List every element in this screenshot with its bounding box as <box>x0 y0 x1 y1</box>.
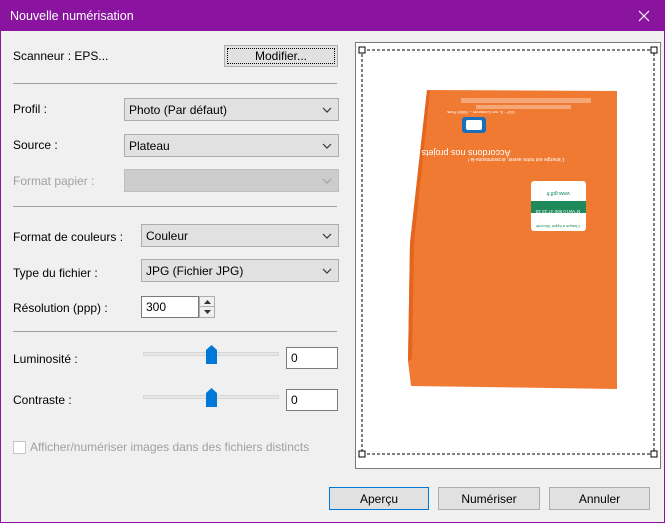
chevron-down-icon <box>322 233 332 239</box>
resolution-stepper[interactable] <box>199 296 215 318</box>
contrast-label: Contraste : <box>13 393 72 407</box>
profile-select[interactable]: Photo (Par défaut) <box>124 98 339 121</box>
profile-label: Profil : <box>13 102 48 116</box>
title-bar: Nouvelle numérisation <box>1 1 664 31</box>
scan-preview-image: Accordons nos projets GDF · 8, rue Condo… <box>356 43 660 468</box>
selection-handle[interactable] <box>650 46 658 54</box>
close-icon <box>638 10 650 22</box>
divider <box>13 206 337 207</box>
info-box-web: www.gdf.fr <box>546 190 570 196</box>
brightness-label: Luminosité : <box>13 352 78 366</box>
window-title: Nouvelle numérisation <box>10 9 134 23</box>
separate-files-checkbox[interactable] <box>13 441 26 454</box>
chevron-down-icon <box>322 178 332 184</box>
scan-dialog: Nouvelle numérisation Scanneur : EPS... … <box>0 0 665 523</box>
selection-handle[interactable] <box>358 450 366 458</box>
scan-button[interactable]: Numériser <box>438 487 540 510</box>
selection-handle[interactable] <box>358 46 366 54</box>
brightness-input[interactable]: 0 <box>286 347 338 369</box>
source-value: Plateau <box>129 138 170 153</box>
modify-scanner-button[interactable]: Modifier... <box>224 45 338 67</box>
chevron-down-icon <box>322 268 332 274</box>
info-box-title: Chaque d'Appel Sécurité <box>535 224 580 229</box>
profile-value: Photo (Par défaut) <box>129 102 228 117</box>
scan-preview-pane[interactable]: Accordons nos projets GDF · 8, rue Condo… <box>355 42 661 469</box>
contrast-slider-thumb[interactable] <box>206 388 217 407</box>
color-format-label: Format de couleurs : <box>13 230 124 244</box>
resolution-input[interactable]: 300 <box>141 296 199 318</box>
energy-note: L'énergie est notre avenir, économisons-… <box>468 156 565 162</box>
resolution-label: Résolution (ppp) : <box>13 301 108 315</box>
resolution-value: 300 <box>146 300 167 314</box>
cancel-button[interactable]: Annuler <box>549 487 650 510</box>
contrast-value: 0 <box>291 393 298 407</box>
arrow-down-icon <box>203 309 211 314</box>
separate-files-label: Afficher/numériser images dans des fichi… <box>30 440 310 454</box>
preview-button-label: Aperçu <box>359 491 399 506</box>
info-box-phone: N°Vert 0 800 47 33 33 <box>535 209 580 214</box>
scan-button-label: Numériser <box>461 491 517 506</box>
stepper-down-button[interactable] <box>200 306 214 316</box>
scanned-document <box>408 90 617 389</box>
file-type-label: Type du fichier : <box>13 266 98 280</box>
scanner-label: Scanneur : EPS... <box>13 49 109 63</box>
brightness-value: 0 <box>291 351 298 365</box>
source-label: Source : <box>13 138 58 152</box>
paper-format-select <box>124 169 339 192</box>
brand-logo <box>462 117 486 133</box>
info-box: www.gdf.fr N°Vert 0 800 47 33 33 Chaque … <box>531 181 586 231</box>
preview-button[interactable]: Aperçu <box>329 487 429 510</box>
color-format-select[interactable]: Couleur <box>141 224 339 247</box>
focus-rectangle <box>227 48 335 64</box>
chevron-down-icon <box>322 107 332 113</box>
color-format-value: Couleur <box>146 228 189 243</box>
file-type-value: JPG (Fichier JPG) <box>146 263 244 278</box>
address-text: GDF · 8, rue Condorcet – 75009 Paris <box>447 110 515 115</box>
cancel-button-label: Annuler <box>578 491 621 506</box>
selection-handle[interactable] <box>650 450 658 458</box>
chevron-down-icon <box>322 143 332 149</box>
stepper-up-button[interactable] <box>200 297 214 306</box>
arrow-up-icon <box>203 299 211 304</box>
divider <box>13 331 337 332</box>
file-type-select[interactable]: JPG (Fichier JPG) <box>141 259 339 282</box>
close-button[interactable] <box>624 1 664 31</box>
source-select[interactable]: Plateau <box>124 134 339 157</box>
contrast-input[interactable]: 0 <box>286 389 338 411</box>
brightness-slider-thumb[interactable] <box>206 345 217 364</box>
paper-format-label: Format papier : <box>13 174 95 188</box>
divider <box>13 83 337 84</box>
